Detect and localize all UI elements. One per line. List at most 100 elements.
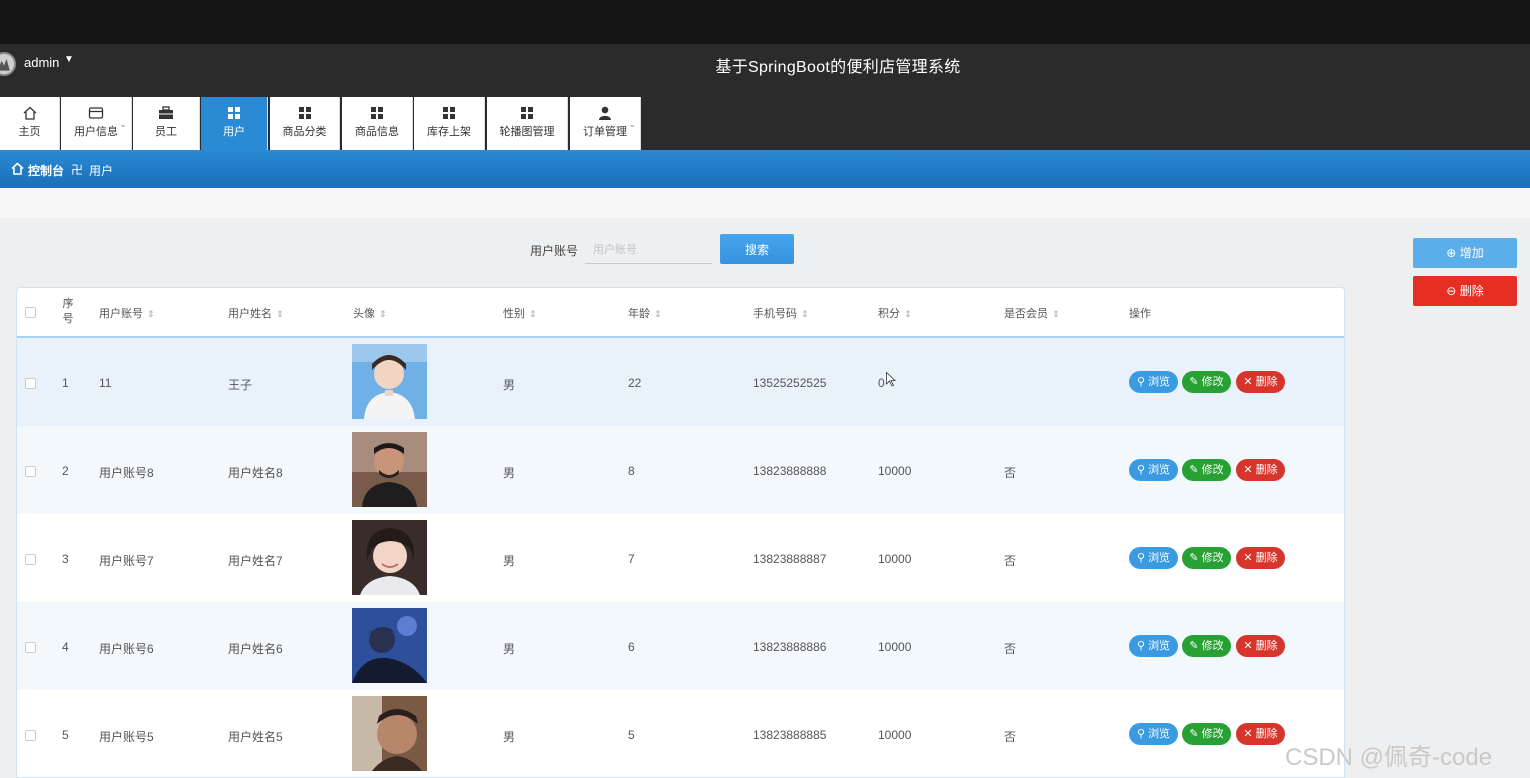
cell-account: 11: [99, 376, 112, 390]
edit-button[interactable]: ✎ 修改: [1182, 459, 1231, 481]
delete-button[interactable]: ✕ 删除: [1236, 371, 1285, 393]
tag-strip: [0, 188, 1530, 218]
view-button[interactable]: ⚲ 浏览: [1129, 371, 1178, 393]
home-icon[interactable]: [11, 162, 24, 175]
delete-label: 删除: [1255, 552, 1278, 564]
edit-button[interactable]: ✎ 修改: [1182, 635, 1231, 657]
col-label: 用户账号: [99, 308, 143, 320]
minus-circle-icon: ⊖: [1446, 284, 1457, 298]
view-button[interactable]: ⚲ 浏览: [1129, 547, 1178, 569]
nav-item-stock-listing[interactable]: 库存上架: [414, 97, 485, 150]
search-button[interactable]: 搜索: [720, 234, 794, 264]
nav-item-orders[interactable]: 订单管理 ⌄: [570, 97, 641, 150]
view-button[interactable]: ⚲ 浏览: [1129, 459, 1178, 481]
avatar-image[interactable]: [352, 608, 427, 683]
cell-gender: 男: [503, 466, 516, 480]
nav-item-users[interactable]: 用户: [201, 97, 268, 150]
col-age[interactable]: 年龄 ⇕: [628, 305, 662, 321]
sort-icon[interactable]: ⇕: [147, 309, 155, 319]
sort-icon[interactable]: ⇕: [654, 309, 662, 319]
edit-icon: ✎: [1189, 552, 1199, 564]
delete-button[interactable]: ✕ 删除: [1236, 547, 1285, 569]
nav-label: 商品分类: [282, 126, 327, 138]
edit-button[interactable]: ✎ 修改: [1182, 723, 1231, 745]
avatar-image[interactable]: [352, 696, 427, 771]
add-button[interactable]: ⊕ 增加: [1413, 238, 1517, 268]
cell-age: 5: [628, 728, 635, 742]
view-label: 浏览: [1148, 376, 1171, 388]
cell-phone: 13525252525: [753, 376, 827, 390]
view-button[interactable]: ⚲ 浏览: [1129, 723, 1178, 745]
edit-label: 修改: [1201, 552, 1224, 564]
grid-icon: [521, 107, 533, 119]
cell-points: 0: [878, 376, 885, 390]
col-phone[interactable]: 手机号码 ⇕: [753, 305, 809, 321]
avatar-image[interactable]: [352, 432, 427, 507]
nav-item-user-info[interactable]: 用户信息 ⌄: [61, 97, 132, 150]
breadcrumb-home[interactable]: 控制台: [28, 162, 64, 179]
watermark: CSDN @佩奇-code: [1285, 744, 1493, 771]
col-avatar[interactable]: 头像 ⇕: [353, 305, 387, 321]
cell-member: 否: [1004, 554, 1017, 568]
row-checkbox[interactable]: [25, 730, 36, 741]
col-member[interactable]: 是否会员 ⇕: [1004, 305, 1060, 321]
table-row[interactable]: 1 11 王子 男 22 13525252525 0 ⚲ 浏览 ✎ 修改 ✕ 删…: [17, 338, 1344, 426]
grid-icon: [443, 107, 455, 119]
nav-item-carousel[interactable]: 轮播图管理: [487, 97, 568, 150]
edit-label: 修改: [1201, 464, 1224, 476]
delete-button[interactable]: ✕ 删除: [1236, 635, 1285, 657]
col-account[interactable]: 用户账号 ⇕: [99, 305, 155, 321]
col-gender[interactable]: 性别 ⇕: [503, 305, 537, 321]
chevron-down-icon: ⌄: [119, 119, 127, 129]
cell-seq: 2: [62, 464, 69, 478]
sort-icon[interactable]: ⇕: [801, 309, 809, 319]
table-row[interactable]: 5 用户账号5 用户姓名5 男 5 13823888885 10000 否 ⚲ …: [17, 690, 1344, 777]
view-label: 浏览: [1148, 464, 1171, 476]
row-checkbox[interactable]: [25, 642, 36, 653]
system-title: 基于SpringBoot的便利店管理系统: [715, 59, 961, 76]
wallet-icon: [88, 107, 104, 119]
sort-icon[interactable]: ⇕: [379, 309, 387, 319]
row-checkbox[interactable]: [25, 466, 36, 477]
sort-icon[interactable]: ⇕: [1052, 309, 1060, 319]
col-seq: 序号: [62, 298, 74, 325]
breadcrumb-current: 用户: [89, 164, 114, 178]
search-input[interactable]: [585, 236, 712, 264]
grid-icon: [228, 107, 240, 119]
briefcase-icon: [159, 106, 173, 119]
table-row[interactable]: 3 用户账号7 用户姓名7 男 7 13823888887 10000 否 ⚲ …: [17, 514, 1344, 602]
sort-icon[interactable]: ⇕: [904, 309, 912, 319]
row-checkbox[interactable]: [25, 378, 36, 389]
mouse-cursor-icon: [886, 372, 896, 387]
row-checkbox[interactable]: [25, 554, 36, 565]
edit-button[interactable]: ✎ 修改: [1182, 547, 1231, 569]
nav-item-home[interactable]: 主页: [0, 97, 60, 150]
delete-label: 删除: [1255, 464, 1278, 476]
select-all-checkbox[interactable]: [25, 307, 36, 318]
sort-icon[interactable]: ⇕: [529, 309, 537, 319]
grid-icon: [371, 107, 383, 119]
col-name[interactable]: 用户姓名 ⇕: [228, 305, 284, 321]
edit-button[interactable]: ✎ 修改: [1182, 371, 1231, 393]
breadcrumb-separator: 卍: [71, 163, 84, 177]
avatar-image[interactable]: [352, 344, 427, 419]
col-points[interactable]: 积分 ⇕: [878, 305, 912, 321]
nav-item-product-category[interactable]: 商品分类: [270, 97, 340, 150]
view-button[interactable]: ⚲ 浏览: [1129, 635, 1178, 657]
batch-delete-button[interactable]: ⊖ 删除: [1413, 276, 1517, 306]
avatar-image[interactable]: [352, 520, 427, 595]
view-label: 浏览: [1148, 640, 1171, 652]
edit-icon: ✎: [1189, 464, 1199, 476]
cell-phone: 13823888888: [753, 464, 827, 478]
delete-button[interactable]: ✕ 删除: [1236, 459, 1285, 481]
table-row[interactable]: 4 用户账号6 用户姓名6 男 6 13823888886 10000 否 ⚲ …: [17, 602, 1344, 690]
delete-button[interactable]: ✕ 删除: [1236, 723, 1285, 745]
delete-label: 删除: [1255, 728, 1278, 740]
nav-item-product-info[interactable]: 商品信息: [342, 97, 413, 150]
edit-icon: ✎: [1189, 640, 1199, 652]
nav-item-staff[interactable]: 员工: [133, 97, 200, 150]
person-icon: [599, 106, 611, 120]
close-icon: ✕: [1243, 552, 1253, 564]
table-row[interactable]: 2 用户账号8 用户姓名8 男 8 13823888888 10000 否 ⚲ …: [17, 426, 1344, 514]
sort-icon[interactable]: ⇕: [276, 309, 284, 319]
